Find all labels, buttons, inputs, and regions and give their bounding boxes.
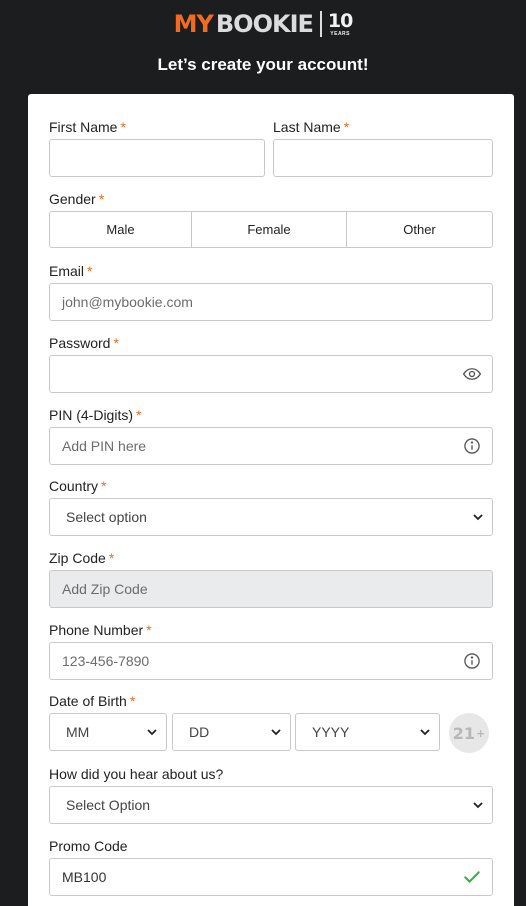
password-input[interactable] (49, 355, 493, 393)
required-marker: * (129, 693, 136, 709)
required-marker: * (120, 119, 126, 135)
checkmark-icon (464, 871, 480, 883)
gender-label-text: Gender (49, 191, 96, 207)
country-selected-value: Select option (66, 509, 147, 525)
logo-bookie: BOOKIE (215, 10, 314, 38)
chevron-down-icon (420, 729, 430, 736)
phone-label: Phone Number * (49, 622, 152, 638)
email-label: Email * (49, 263, 92, 279)
hear-about-label: How did you hear about us? (49, 766, 223, 782)
first-name-label: First Name * (49, 119, 126, 135)
email-placeholder: john@mybookie.com (62, 294, 193, 310)
required-marker: * (98, 191, 105, 207)
gender-option-male[interactable]: Male (50, 212, 192, 247)
country-select[interactable]: Select option (49, 498, 493, 536)
phone-input[interactable]: 123-456-7890 (49, 642, 493, 680)
logo-divider (319, 11, 322, 37)
hear-about-selected-value: Select Option (66, 797, 151, 813)
first-name-label-text: First Name (49, 119, 118, 135)
signup-form-card: First Name * Last Name * Gender * Male Fema… (28, 94, 514, 906)
info-icon[interactable] (462, 436, 482, 456)
required-marker: * (87, 263, 93, 279)
required-marker: * (136, 407, 142, 423)
required-marker: * (146, 622, 152, 638)
chevron-down-icon (271, 729, 281, 736)
logo-10-years: 10 YEARS (327, 9, 353, 37)
pin-input[interactable]: Add PIN here (49, 427, 493, 465)
promo-label-text: Promo Code (49, 838, 128, 854)
email-label-text: Email (49, 263, 85, 279)
pin-placeholder: Add PIN here (62, 438, 147, 454)
zip-input[interactable]: Add Zip Code (49, 570, 493, 608)
required-marker: * (108, 550, 115, 566)
zip-label: Zip Code * (49, 550, 114, 566)
promo-label: Promo Code (49, 838, 128, 854)
phone-label-text: Phone Number (49, 622, 144, 638)
gender-option-female[interactable]: Female (192, 212, 347, 247)
dob-day-value: DD (189, 724, 210, 740)
required-marker: * (101, 478, 107, 494)
info-icon[interactable] (462, 651, 482, 671)
hear-about-label-text: How did you hear about us? (49, 766, 224, 782)
age-21-plus-badge: 21 + (449, 713, 489, 753)
country-label-text: Country (49, 478, 99, 494)
dob-label: Date of Birth * (49, 693, 135, 709)
phone-placeholder: 123-456-7890 (62, 653, 150, 669)
email-input[interactable]: john@mybookie.com (49, 283, 493, 321)
zip-label-text: Zip Code (49, 550, 106, 566)
dob-month-value: MM (66, 724, 90, 740)
required-marker: * (343, 119, 350, 135)
logo-my: MY (173, 10, 214, 38)
eye-icon[interactable] (462, 364, 482, 384)
gender-option-other[interactable]: Other (347, 212, 492, 247)
last-name-label: Last Name * (273, 119, 349, 135)
required-marker: * (113, 335, 119, 351)
dob-label-text: Date of Birth (49, 693, 127, 709)
mybookie-logo: MY BOOKIE 10 YEARS (0, 10, 526, 38)
promo-code-value: MB100 (62, 869, 107, 885)
gender-selector: Male Female Other (49, 211, 493, 248)
last-name-input[interactable] (273, 139, 493, 177)
chevron-down-icon (473, 514, 483, 521)
page-title: Let’s create your account! (157, 55, 369, 74)
dob-year-value: YYYY (312, 724, 350, 740)
first-name-input[interactable] (49, 139, 265, 177)
dob-year-select[interactable]: YYYY (295, 713, 440, 751)
zip-placeholder: Add Zip Code (62, 581, 148, 597)
pin-label: PIN (4-Digits) * (49, 407, 141, 423)
country-label: Country * (49, 478, 106, 494)
age-badge-plus: + (476, 726, 486, 740)
dob-day-select[interactable]: DD (172, 713, 291, 751)
chevron-down-icon (473, 802, 483, 809)
last-name-label-text: Last Name (273, 119, 341, 135)
age-badge-number: 21 (452, 723, 476, 743)
chevron-down-icon (147, 729, 157, 736)
pin-label-text: PIN (4-Digits) (49, 407, 134, 423)
password-label-text: Password (49, 335, 111, 351)
dob-month-select[interactable]: MM (49, 713, 167, 751)
password-label: Password * (49, 335, 119, 351)
logo-years-label: YEARS (330, 30, 351, 37)
promo-code-input[interactable]: MB100 (49, 858, 493, 896)
hear-about-select[interactable]: Select Option (49, 786, 493, 824)
logo-years-number: 10 (327, 9, 353, 32)
gender-label: Gender * (49, 191, 104, 207)
